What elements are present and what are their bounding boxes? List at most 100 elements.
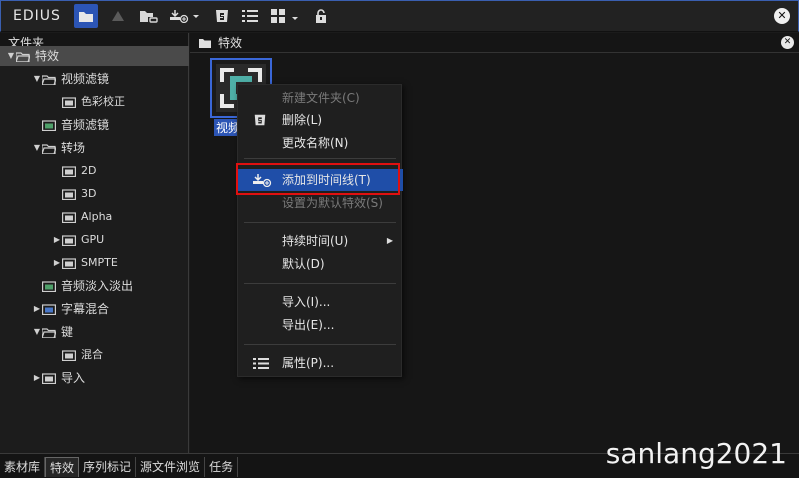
folder-icon: [79, 11, 93, 22]
menu-separator: [244, 344, 396, 345]
menu-item-label: 导出(E)...: [282, 318, 335, 332]
tree-item-label: 色彩校正: [81, 95, 125, 108]
folder-icon: [42, 372, 56, 384]
list-view-button[interactable]: [240, 4, 260, 28]
tab-effects[interactable]: 特效: [45, 457, 80, 477]
close-icon[interactable]: ✕: [774, 8, 790, 24]
menu-item-label: 默认(D): [282, 257, 325, 271]
expand-down-icon[interactable]: ▼: [6, 46, 16, 66]
expand-right-icon[interactable]: ▶: [52, 230, 62, 250]
tree-item[interactable]: 2D: [0, 161, 189, 181]
folder-icon: [62, 211, 76, 223]
folder-link-button[interactable]: [138, 4, 160, 28]
lock-icon: [316, 9, 326, 23]
folder-icon: [62, 96, 76, 108]
tree-item[interactable]: ▶ GPU: [0, 230, 189, 250]
menu-item-label: 属性(P)...: [282, 356, 335, 370]
tab-sequence-markers[interactable]: 序列标记: [79, 457, 137, 477]
menu-item-import[interactable]: 导入(I)...: [238, 291, 403, 313]
main-toolbar: EDIUS ✕: [0, 0, 799, 32]
folder-open-icon: [42, 327, 56, 338]
tree-item-label: 导入: [61, 371, 86, 385]
menu-item-label: 持续时间(U): [282, 234, 349, 248]
folder-panel: 文件夹 ▼ 特效 ▼ 视频滤镜 色彩校正 音频滤镜 ▼ 转场 2D 3D Alpha ▶ GPU ▶ SMP…: [0, 33, 189, 453]
tree-item[interactable]: ▼ 视频滤镜: [0, 69, 189, 89]
tree-item[interactable]: 3D: [0, 184, 189, 204]
tree-item-label: 特效: [35, 49, 60, 63]
tree-item[interactable]: 音频淡入淡出: [0, 276, 189, 296]
watermark: sanlang2021: [605, 437, 787, 470]
up-icon: [112, 11, 124, 21]
menu-item-delete[interactable]: 删除(L): [238, 109, 403, 131]
menu-item-label: 更改名称(N): [282, 136, 349, 150]
menu-item-properties[interactable]: 属性(P)...: [238, 352, 403, 374]
folder-icon: [62, 234, 76, 246]
list-icon: [253, 358, 269, 369]
menu-item-label: 设置为默认特效(S): [282, 196, 383, 210]
menu-item-label: 导入(I)...: [282, 295, 331, 309]
folder-open-icon: [42, 74, 56, 85]
tree-item[interactable]: ▶ SMPTE: [0, 253, 189, 273]
grid-view-button[interactable]: [270, 4, 302, 28]
folder-open-icon: [42, 143, 56, 154]
tree-item-label: 3D: [81, 187, 97, 200]
expand-right-icon[interactable]: ▶: [32, 368, 42, 388]
tree-item[interactable]: ▶ 导入: [0, 368, 189, 388]
expand-right-icon[interactable]: ▶: [52, 253, 62, 273]
tree-item-label: 音频滤镜: [61, 118, 110, 132]
tree-item[interactable]: ▼ 键: [0, 322, 189, 342]
context-menu: 新建文件夹(C) 删除(L) 更改名称(N) 添加到时间线(T) 设置为默认特效…: [237, 84, 403, 377]
up-button[interactable]: [108, 4, 128, 28]
menu-item-label: 删除(L): [282, 113, 323, 127]
menu-item-set-default-effect[interactable]: 设置为默认特效(S): [238, 192, 403, 214]
highlight-annotation-box: [236, 163, 400, 195]
grid-view-icon: [271, 9, 298, 23]
expand-right-icon[interactable]: ▶: [32, 299, 42, 319]
tree-item[interactable]: ▶ 字幕混合: [0, 299, 189, 319]
tree-item-label: 视频滤镜: [61, 72, 110, 86]
menu-item-duration[interactable]: 持续时间(U) ▶: [238, 230, 403, 252]
menu-separator: [244, 283, 396, 284]
submenu-arrow-icon: ▶: [386, 236, 393, 245]
delete-button[interactable]: [212, 4, 232, 28]
close-icon[interactable]: ✕: [781, 36, 794, 49]
menu-item-rename[interactable]: 更改名称(N): [238, 132, 403, 154]
tree-item-label: GPU: [81, 233, 105, 246]
folder-link-icon: [140, 11, 158, 23]
tree-item-label: 2D: [81, 164, 97, 177]
menu-separator: [244, 158, 396, 159]
menu-item-export[interactable]: 导出(E)...: [238, 314, 403, 336]
tree-item-label: SMPTE: [81, 256, 118, 269]
folder-icon: [199, 39, 211, 48]
tree-item[interactable]: 音频滤镜: [0, 115, 189, 135]
tree-item-label: 混合: [81, 348, 103, 361]
expand-down-icon[interactable]: ▼: [32, 69, 42, 89]
effects-panel-header: 特效 ✕: [190, 33, 799, 53]
tab-bin[interactable]: 素材库: [0, 457, 46, 477]
folder-icon: [62, 349, 76, 361]
menu-item-default[interactable]: 默认(D): [238, 253, 403, 275]
folder-icon: [62, 165, 76, 177]
tree-item[interactable]: 色彩校正: [0, 92, 189, 112]
tree-item-label: 转场: [61, 141, 86, 155]
tab-source-browser[interactable]: 源文件浏览: [136, 457, 206, 477]
folder-open-icon: [16, 51, 30, 62]
tree-item[interactable]: Alpha: [0, 207, 189, 227]
tree-item-label: 音频淡入淡出: [61, 279, 134, 293]
audio-folder-icon: [42, 119, 56, 131]
expand-down-icon[interactable]: ▼: [32, 322, 42, 342]
list-view-icon: [242, 10, 258, 22]
delete-icon: [216, 10, 228, 22]
tree-item-label: 字幕混合: [61, 302, 110, 316]
add-to-timeline-button[interactable]: [168, 4, 202, 28]
add-to-timeline-icon: [170, 10, 199, 23]
tab-tasks[interactable]: 任务: [205, 457, 239, 477]
lock-button[interactable]: [312, 4, 330, 28]
folder-button[interactable]: [74, 4, 98, 28]
tree-item[interactable]: ▼ 转场: [0, 138, 189, 158]
title-folder-icon: [42, 303, 56, 315]
menu-item-new-folder[interactable]: 新建文件夹(C): [238, 87, 403, 109]
expand-down-icon[interactable]: ▼: [32, 138, 42, 158]
tree-item[interactable]: 混合: [0, 345, 189, 365]
tree-item[interactable]: ▼ 特效: [0, 46, 189, 66]
